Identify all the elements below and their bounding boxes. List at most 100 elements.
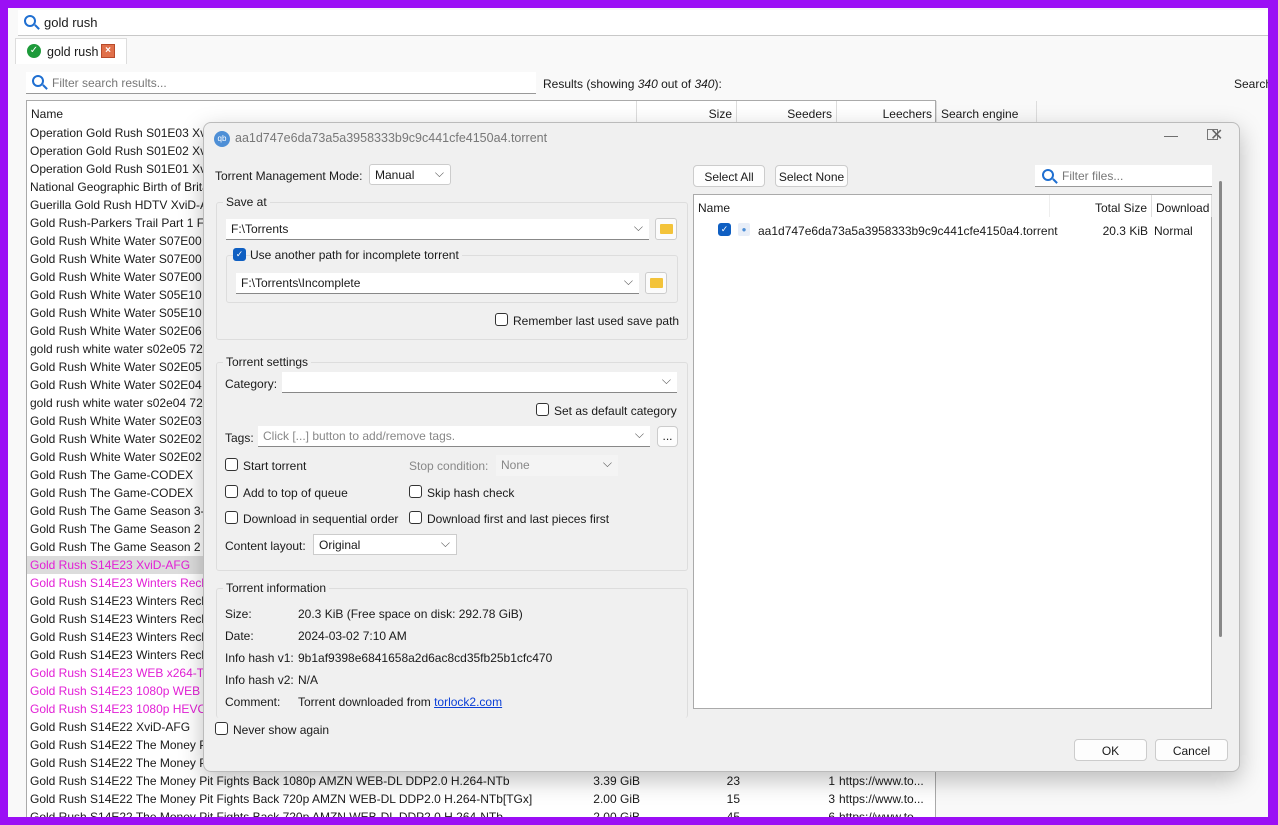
table-row[interactable]: Gold Rush S14E22 The Money Pit Fights Ba… <box>27 808 935 817</box>
table-row[interactable]: Gold Rush S14E22 The Money Pit Fights Ba… <box>27 772 935 790</box>
top-queue-label: Add to top of queue <box>243 486 348 500</box>
column-header-leechers[interactable]: Leechers <box>837 101 937 123</box>
first-last-label: Download first and last pieces first <box>427 512 610 526</box>
ok-button[interactable]: OK <box>1074 739 1147 761</box>
search-query: gold rush <box>44 15 98 30</box>
cell-name: Gold Rush S14E23 Winters Reckon <box>30 576 221 590</box>
stop-condition-select[interactable]: None <box>496 455 618 476</box>
file-row[interactable]: ✓ ● aa1d747e6da73a5a3958333b9c9c441cfe41… <box>694 222 1211 240</box>
cell-name: Gold Rush S14E23 Winters Reckon <box>30 594 221 608</box>
cell-name: Gold Rush White Water S02E03 48 <box>30 414 219 428</box>
category-select[interactable] <box>282 372 677 393</box>
cell-name: Gold Rush White Water S02E04 72 <box>30 378 219 392</box>
cell-size: 2.00 GiB <box>593 810 640 817</box>
cell-name: Gold Rush S14E22 The Money Pit Fights Ba… <box>30 792 533 806</box>
browse-folder-icon[interactable] <box>655 218 677 240</box>
first-last-checkbox[interactable] <box>409 511 422 524</box>
default-category-checkbox[interactable] <box>536 403 549 416</box>
save-path-select[interactable]: F:\Torrents <box>226 219 649 240</box>
remember-path-label: Remember last used save path <box>513 314 680 328</box>
file-column-name[interactable]: Name <box>694 195 1050 217</box>
cell-name: Gold Rush The Game Season 2 Up <box>30 540 220 554</box>
check-circle-icon: ✓ <box>27 44 41 58</box>
info-date-label: Date: <box>225 629 254 643</box>
cell-seeders: 15 <box>726 792 740 806</box>
content-layout-label: Content layout: <box>225 539 306 553</box>
cancel-button[interactable]: Cancel <box>1155 739 1228 761</box>
incomplete-path-select[interactable]: F:\Torrents\Incomplete <box>236 273 639 294</box>
cell-size: 3.39 GiB <box>593 774 640 788</box>
cell-name: Operation Gold Rush S01E02 XviD <box>30 144 218 158</box>
cell-name: Gold Rush S14E22 XviD-AFG <box>30 720 191 734</box>
close-tab-icon[interactable]: × <box>101 44 115 58</box>
qbittorrent-search-window: gold rush ✓ gold rush × Filter search re… <box>8 8 1268 817</box>
cell-name: Guerilla Gold Rush HDTV XviD-AF <box>30 198 216 212</box>
cell-name: Gold Rush-Parkers Trail Part 1 Foo <box>30 216 218 230</box>
column-header-seeders[interactable]: Seeders <box>737 101 837 123</box>
cell-seeders: 45 <box>726 810 740 817</box>
management-mode-select[interactable]: Manual <box>369 164 451 185</box>
cell-name: Gold Rush S14E23 1080p WEB h26 <box>30 684 224 698</box>
cell-name: gold rush white water s02e05 720 <box>30 342 210 356</box>
file-priority[interactable]: Normal <box>1154 224 1193 238</box>
qbittorrent-logo-icon: qb <box>214 131 230 147</box>
column-header-search-engine[interactable]: Search engine <box>937 101 1037 123</box>
save-at-title: Save at <box>223 195 270 209</box>
browse-folder-icon[interactable] <box>645 272 667 294</box>
skip-hash-checkbox[interactable] <box>409 485 422 498</box>
select-all-button[interactable]: Select All <box>693 165 765 187</box>
torrent-info-title: Torrent information <box>223 581 330 595</box>
minimize-button[interactable]: — <box>1164 127 1178 143</box>
filter-placeholder: Filter search results... <box>52 76 167 90</box>
tags-input[interactable]: Click [...] button to add/remove tags. <box>258 426 650 447</box>
cell-engine: https://www.to... <box>839 810 924 817</box>
search-icon <box>24 15 36 27</box>
cell-name: Gold Rush White Water S07E00 Th <box>30 252 219 266</box>
sequential-label: Download in sequential order <box>243 512 399 526</box>
never-show-checkbox[interactable] <box>215 722 228 735</box>
cell-leechers: 6 <box>828 810 835 817</box>
start-torrent-checkbox[interactable] <box>225 458 238 471</box>
close-button[interactable]: ✕ <box>1210 125 1223 145</box>
file-column-total-size[interactable]: Total Size <box>1050 195 1152 217</box>
content-layout-select[interactable]: Original <box>313 534 457 555</box>
file-column-download[interactable]: Download <box>1152 195 1212 217</box>
use-incomplete-path-checkbox[interactable]: ✓ <box>233 248 246 261</box>
cell-name: Gold Rush White Water S07E00 Th <box>30 270 219 284</box>
sequential-checkbox[interactable] <box>225 511 238 524</box>
cell-name: Gold Rush White Water S02E02 72 <box>30 450 219 464</box>
cell-name: Gold Rush S14E23 WEB x264-TOR <box>30 666 222 680</box>
file-name: aa1d747e6da73a5a3958333b9c9c441cfe4150a4… <box>758 224 1058 238</box>
search-input[interactable]: gold rush <box>18 10 1268 36</box>
cell-leechers: 1 <box>828 774 835 788</box>
cell-name: Gold Rush The Game-CODEX <box>30 468 194 482</box>
search-button[interactable]: Search <box>1234 77 1268 91</box>
info-date-value: 2024-03-02 7:10 AM <box>298 629 407 643</box>
column-header-name[interactable]: Name <box>27 101 637 123</box>
file-tree: Name Total Size Download ✓ ● aa1d747e6da… <box>693 194 1212 709</box>
table-row[interactable]: Gold Rush S14E22 The Money Pit Fights Ba… <box>27 790 935 808</box>
cell-name: Gold Rush White Water S05E10 W <box>30 288 217 302</box>
filter-results-input[interactable]: Filter search results... <box>26 72 536 94</box>
column-header-size[interactable]: Size <box>637 101 737 123</box>
cell-name: Gold Rush S14E23 1080p HEVC x2 <box>30 702 223 716</box>
top-queue-checkbox[interactable] <box>225 485 238 498</box>
file-list-scrollbar[interactable] <box>1219 181 1222 637</box>
cell-name: National Geographic Birth of Brita <box>30 180 209 194</box>
cell-name: Gold Rush S14E22 The Money Pit Fights Ba… <box>30 774 510 788</box>
tab-gold-rush[interactable]: ✓ gold rush × <box>15 38 127 64</box>
edit-tags-button[interactable]: ... <box>657 426 678 447</box>
cell-name: Operation Gold Rush S01E03 XviD <box>30 126 218 140</box>
comment-link[interactable]: torlock2.com <box>434 695 502 709</box>
cell-name: Gold Rush S14E22 The Money Pit Fights Ba… <box>30 810 503 817</box>
info-comment-value: Torrent downloaded from <box>298 695 435 709</box>
cell-name: Gold Rush White Water S07E00 Th <box>30 234 219 248</box>
file-checkbox[interactable]: ✓ <box>718 223 731 236</box>
search-icon <box>32 75 44 87</box>
filter-files-input[interactable]: Filter files... <box>1035 165 1212 187</box>
start-torrent-label: Start torrent <box>243 459 307 473</box>
select-none-button[interactable]: Select None <box>775 165 848 187</box>
use-incomplete-path-label: Use another path for incomplete torrent <box>250 248 462 262</box>
remember-path-checkbox[interactable] <box>495 313 508 326</box>
tab-label: gold rush <box>47 45 99 59</box>
